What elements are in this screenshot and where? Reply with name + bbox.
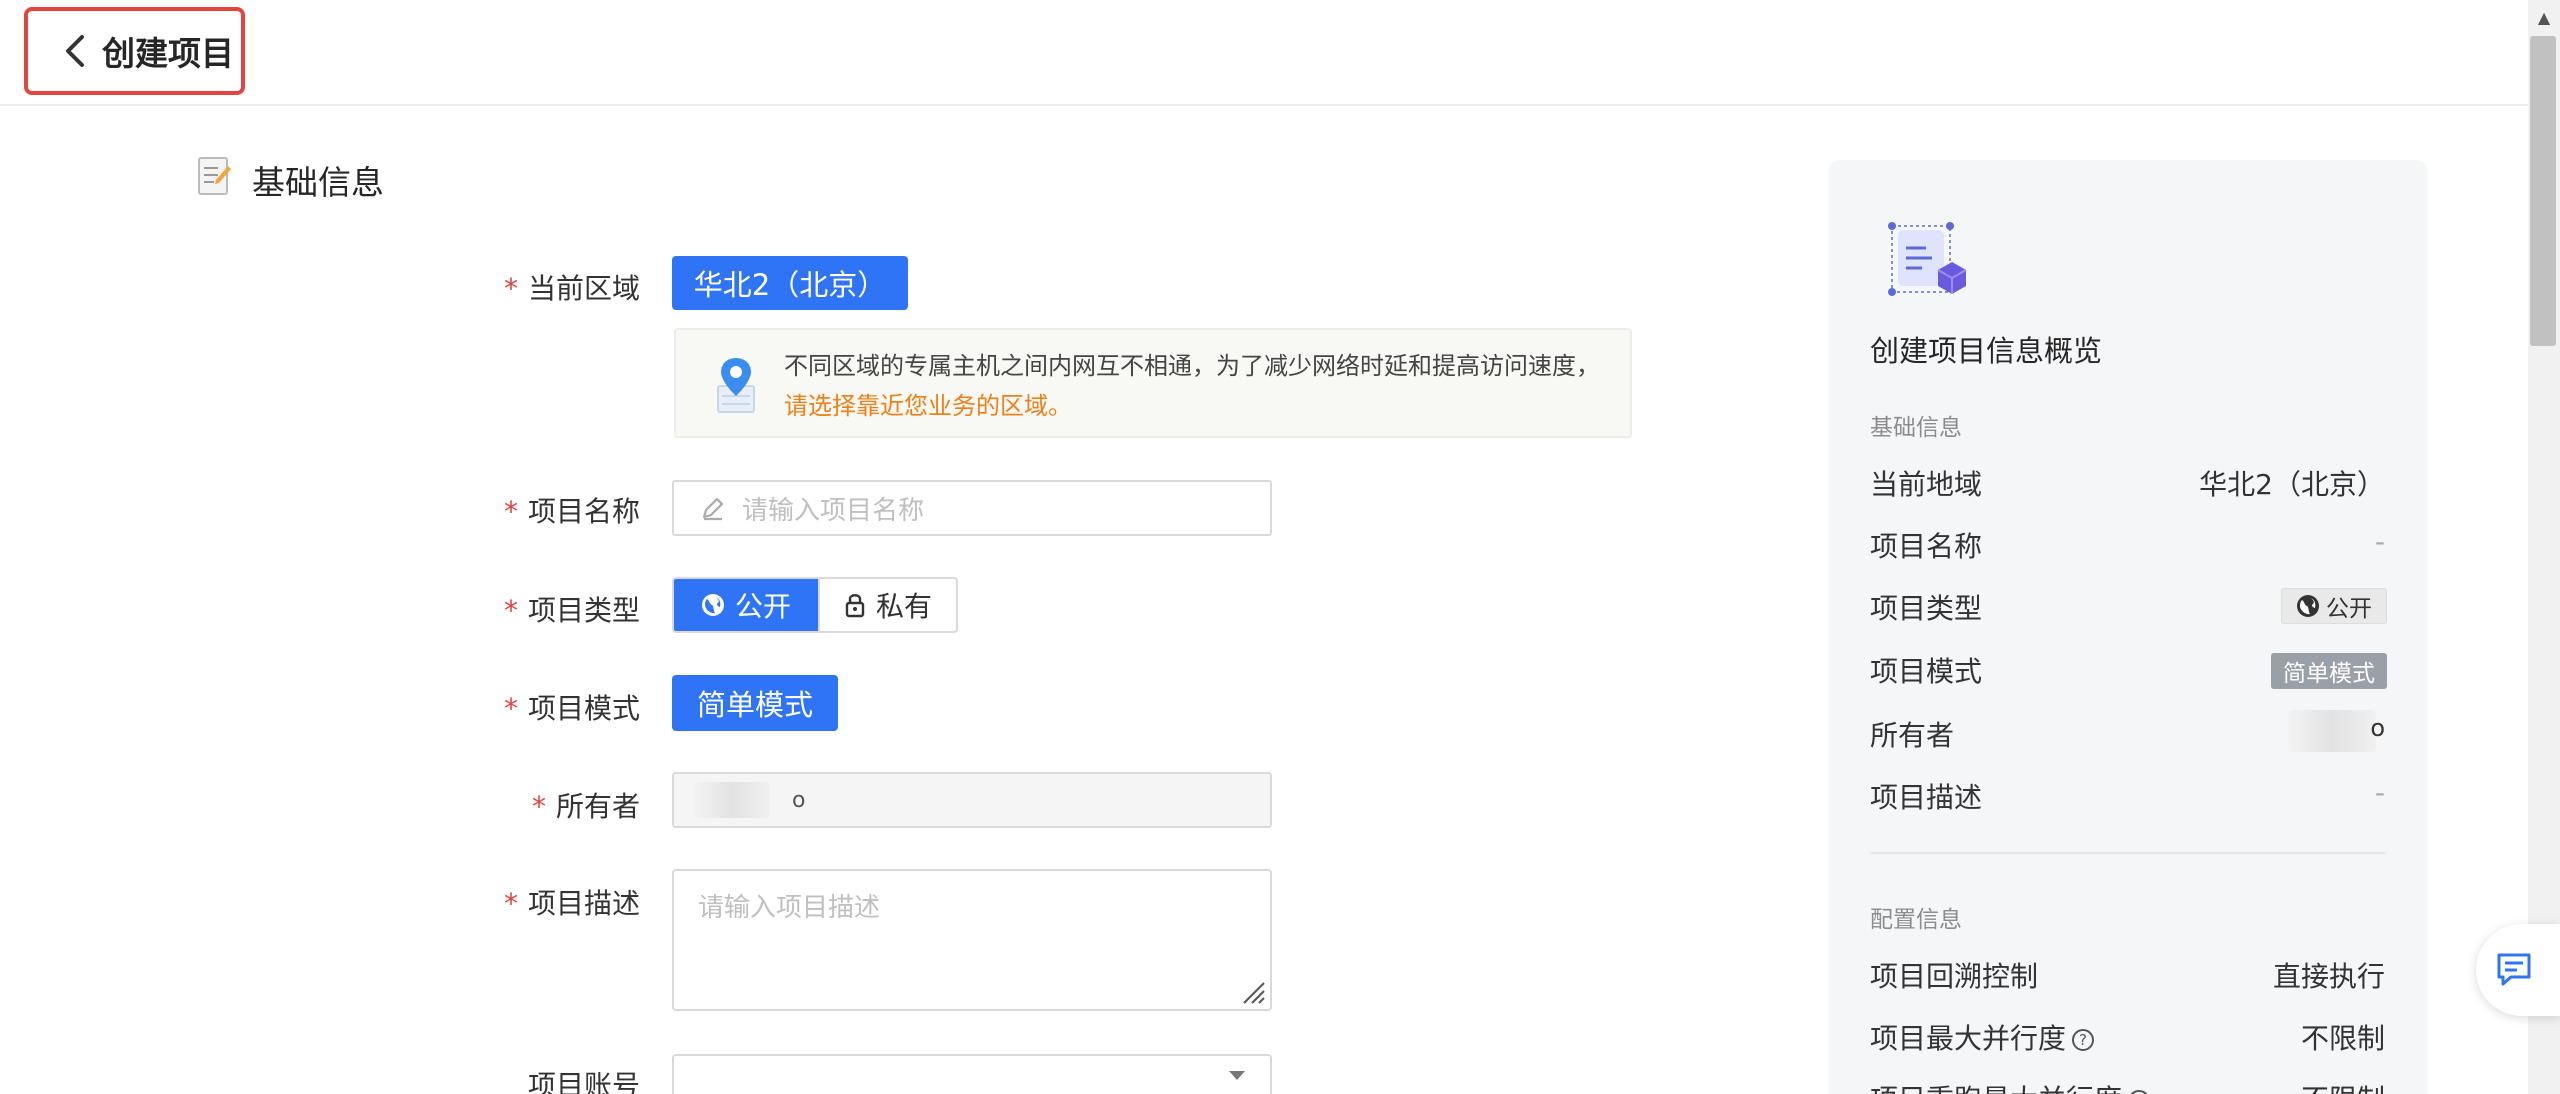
question-icon[interactable]: ? — [2072, 1029, 2095, 1051]
chevron-down-icon — [1228, 1070, 1246, 1082]
project-desc-placeholder: 请输入项目描述 — [698, 893, 881, 923]
type-private-option[interactable]: 私有 — [818, 579, 956, 631]
summary-row-label: 项目重跑最大并行度? — [1870, 1078, 2151, 1094]
summary-config-heading: 配置信息 — [1870, 907, 1962, 933]
feedback-button[interactable] — [2476, 924, 2560, 1016]
top-bar — [0, 0, 2528, 106]
summary-row-value: 不限制 — [2300, 1022, 2385, 1055]
summary-row-label: 所有者 — [1870, 719, 1955, 752]
mode-label: * 项目模式 — [503, 692, 640, 725]
summary-row-label: 项目名称 — [1870, 530, 1983, 563]
globe-icon — [701, 593, 725, 617]
summary-title: 创建项目信息概览 — [1870, 334, 2103, 368]
summary-row-value: 不限制 — [2301, 1078, 2385, 1094]
document-edit-icon — [196, 156, 232, 198]
account-label: *项目账号 — [527, 1069, 640, 1094]
summary-row-value: 直接执行 — [2272, 960, 2385, 993]
summary-row-label: 项目类型 — [1870, 592, 1983, 625]
resize-handle-icon[interactable] — [1240, 979, 1266, 1005]
region-button[interactable]: 华北2（北京） — [672, 256, 908, 310]
summary-row-value: o — [2370, 714, 2385, 742]
owner-value: o — [792, 788, 806, 813]
region-notice-text: 不同区域的专属主机之间内网互不相通，为了减少网络时延和提高访问速度， — [784, 352, 1600, 380]
summary-row-value: 华北2（北京） — [2199, 468, 2385, 501]
question-icon[interactable]: ? — [2128, 1090, 2151, 1094]
owner-redacted — [694, 782, 770, 818]
owner-redacted — [2288, 710, 2376, 752]
project-name-placeholder: 请输入项目名称 — [742, 495, 925, 526]
region-label: * 当前区域 — [503, 272, 640, 305]
chevron-left-icon[interactable] — [58, 34, 92, 68]
overview-illustration-icon — [1888, 220, 1970, 304]
summary-row-label: 当前地域 — [1870, 468, 1983, 501]
account-select[interactable] — [672, 1054, 1272, 1094]
scroll-up-arrow-icon[interactable]: ▲ — [2532, 6, 2556, 28]
owner-label: * 所有者 — [531, 790, 640, 823]
summary-row-label: 项目描述 — [1870, 781, 1983, 814]
name-label: * 项目名称 — [503, 495, 640, 528]
summary-mode-tag: 简单模式 — [2271, 653, 2387, 689]
summary-type-tag: 公开 — [2281, 588, 2387, 624]
page-title: 创建项目 — [102, 34, 234, 73]
summary-row-label: 项目最大并行度? — [1870, 1017, 2095, 1057]
project-type-segment: 公开 私有 — [672, 577, 958, 633]
globe-icon — [2296, 594, 2320, 618]
mode-button[interactable]: 简单模式 — [672, 675, 838, 731]
type-label: * 项目类型 — [503, 594, 640, 627]
project-desc-textarea[interactable]: 请输入项目描述 — [672, 869, 1272, 1011]
desc-label: * 项目描述 — [503, 887, 640, 920]
region-notice: 不同区域的专属主机之间内网互不相通，为了减少网络时延和提高访问速度， 请选择靠近您… — [674, 328, 1632, 438]
section-title: 基础信息 — [252, 163, 384, 202]
location-pin-icon — [716, 356, 756, 418]
summary-row-value: - — [2374, 776, 2385, 809]
type-public-option[interactable]: 公开 — [674, 579, 818, 631]
back-button[interactable]: 创建项目 — [24, 7, 245, 95]
owner-field[interactable]: o — [672, 772, 1272, 828]
summary-divider — [1870, 852, 2386, 854]
region-notice-highlight: 请选择靠近您业务的区域。 — [784, 392, 1072, 420]
summary-row-label: 项目回溯控制 — [1870, 960, 2039, 993]
summary-row-value: - — [2374, 525, 2385, 558]
pencil-icon — [700, 495, 726, 521]
lock-icon — [844, 592, 866, 618]
project-name-input[interactable]: 请输入项目名称 — [672, 480, 1272, 536]
summary-row-label: 项目模式 — [1870, 655, 1983, 688]
summary-basic-heading: 基础信息 — [1870, 415, 1962, 441]
feedback-icon — [2495, 951, 2533, 989]
scrollbar-thumb[interactable] — [2530, 36, 2556, 346]
